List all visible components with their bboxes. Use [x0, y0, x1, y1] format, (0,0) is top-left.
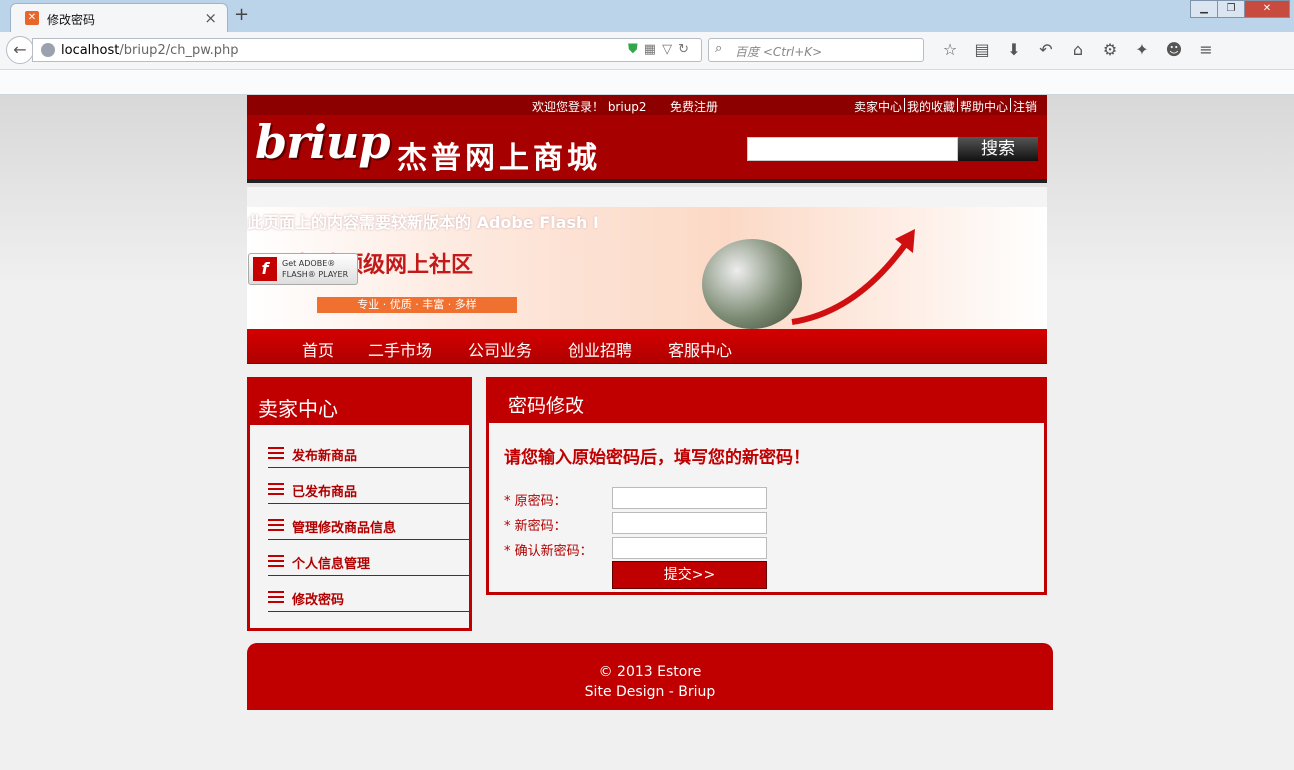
sidebar-item-label: 修改密码	[292, 593, 345, 608]
flash-logo-icon: f	[253, 257, 277, 281]
seller-center-link[interactable]: 卖家中心	[854, 98, 902, 115]
nav-secondhand[interactable]: 二手市场	[368, 337, 432, 361]
footer-copyright: © 2013 Estore	[598, 664, 702, 680]
bookmark-star-icon[interactable]: ☆	[934, 40, 966, 59]
addon-icon[interactable]: ✦	[1126, 40, 1158, 59]
reading-list-icon[interactable]: ▤	[966, 40, 998, 59]
browser-toolbar: ☆ ▤ ⬇ ↶ ⌂ ⚙ ✦ ☻ ≡	[934, 40, 1222, 59]
nav-service[interactable]: 客服中心	[668, 337, 732, 361]
sidebar-item-profile[interactable]: 个人信息管理	[268, 540, 469, 576]
confirm-password-row: * 确认新密码：	[504, 537, 1024, 559]
banner-subtitle: 专业 · 优质 · 丰富 · 多样	[317, 297, 517, 313]
reload-icon[interactable]: ↻	[678, 42, 695, 57]
nav-business[interactable]: 公司业务	[468, 337, 532, 361]
list-icon	[268, 447, 284, 459]
old-password-field[interactable]	[612, 487, 767, 509]
globe-icon	[41, 43, 55, 57]
confirm-password-label: * 确认新密码：	[504, 544, 593, 559]
submit-button[interactable]: 提交>>	[612, 561, 767, 589]
menu-icon[interactable]: ≡	[1190, 40, 1222, 59]
restore-icon[interactable]: ❐	[1217, 0, 1245, 18]
main-nav: 首页 二手市场 公司业务 创业招聘 客服中心	[247, 329, 1047, 364]
search-icon: ⌕	[715, 41, 723, 56]
site-logo-chinese: 杰普网上商城	[397, 141, 601, 176]
url-text: localhost/briup2/ch_pw.php	[61, 43, 239, 58]
sidebar-item-publish[interactable]: 发布新商品	[268, 432, 469, 468]
logout-link[interactable]: 注销	[1013, 98, 1037, 115]
sidebar-item-label: 个人信息管理	[292, 557, 371, 572]
list-icon	[268, 519, 284, 531]
header-links: 卖家中心 我的收藏 帮助中心 注销	[854, 98, 1037, 115]
nav-jobs[interactable]: 创业招聘	[568, 337, 632, 361]
gear-icon[interactable]: ⚙	[1094, 40, 1126, 59]
old-password-label: * 原密码：	[504, 494, 567, 509]
home-icon[interactable]: ⌂	[1062, 40, 1094, 59]
sidebar-item-change-password[interactable]: 修改密码	[268, 576, 469, 612]
sidebar-item-published[interactable]: 已发布商品	[268, 468, 469, 504]
get-flash-player-button[interactable]: f Get ADOBE® FLASH® PLAYER	[248, 253, 358, 285]
confirm-password-field[interactable]	[612, 537, 767, 559]
tab-close-icon[interactable]: ×	[204, 9, 217, 27]
new-tab-icon[interactable]: +	[234, 4, 249, 25]
browser-tab-bar: ✕ 修改密码 × + ▁ ❐ ✕	[0, 0, 1294, 32]
flash-notice: 此页面上的内容需要较新版本的 Adobe Flash Player。	[247, 213, 597, 232]
site-logo[interactable]: briup	[255, 115, 390, 169]
panel-title: 密码修改	[489, 380, 1044, 423]
url-action-icons: ⛊▦▽↻	[628, 42, 695, 57]
growth-arrow-icon	[791, 229, 915, 325]
sidebar-item-label: 管理修改商品信息	[292, 521, 397, 536]
tab-title: 修改密码	[47, 13, 96, 27]
browser-tab[interactable]: ✕ 修改密码 ×	[10, 3, 228, 32]
list-icon	[268, 483, 284, 495]
flash-get-text: Get ADOBE®	[282, 259, 336, 268]
chat-icon[interactable]: ☻	[1158, 40, 1190, 59]
help-center-link[interactable]: 帮助中心	[960, 98, 1008, 115]
sidebar-title: 卖家中心	[250, 380, 469, 425]
panel-instruction: 请您输入原始密码后，填写您的新密码！	[504, 448, 810, 468]
undo-icon[interactable]: ↶	[1030, 40, 1062, 59]
browser-search-bar[interactable]: ⌕ 百度 <Ctrl+K>	[708, 38, 924, 62]
site-search-input[interactable]	[747, 137, 958, 161]
browser-nav-bar: ← localhost/briup2/ch_pw.php ⛊▦▽↻ ⌕ 百度 <…	[0, 32, 1294, 70]
flash-player-text: FLASH® PLAYER	[282, 270, 349, 279]
qr-code-icon[interactable]: ▦	[644, 42, 662, 57]
back-arrow-icon[interactable]: ←	[6, 36, 34, 64]
sidebar: 卖家中心 发布新商品 已发布商品 管理修改商品信息 个人信息管理 修改密码	[247, 377, 472, 631]
shield-icon[interactable]: ⛊	[628, 42, 644, 57]
welcome-text: 欢迎您登录！ briup2	[532, 100, 647, 114]
new-password-label: * 新密码：	[504, 519, 567, 534]
minimize-icon[interactable]: ▁	[1190, 0, 1218, 18]
new-password-row: * 新密码：	[504, 512, 1024, 534]
window-controls: ▁ ❐ ✕	[1190, 0, 1290, 18]
footer-design: Site Design - Briup	[584, 684, 716, 700]
search-placeholder: 百度 <Ctrl+K>	[735, 45, 823, 59]
register-link[interactable]: 免费注册	[670, 98, 718, 115]
dropdown-icon[interactable]: ▽	[662, 42, 678, 57]
list-icon	[268, 591, 284, 603]
list-icon	[268, 555, 284, 567]
url-bar[interactable]: localhost/briup2/ch_pw.php ⛊▦▽↻	[32, 38, 702, 62]
site-footer: © 2013 Estore Site Design - Briup	[247, 643, 1053, 710]
flash-banner: 此页面上的内容需要较新版本的 Adobe Flash Player。 打造顶级网…	[247, 187, 1047, 329]
sidebar-item-label: 发布新商品	[292, 449, 358, 464]
sidebar-item-label: 已发布商品	[292, 485, 358, 500]
old-password-row: * 原密码：	[504, 487, 1024, 509]
site-header: 欢迎您登录！ briup2 免费注册 卖家中心 我的收藏 帮助中心 注销 bri…	[247, 95, 1047, 183]
new-password-field[interactable]	[612, 512, 767, 534]
nav-home[interactable]: 首页	[302, 337, 334, 361]
bookmarks-strip	[0, 70, 1294, 95]
sidebar-item-manage-goods[interactable]: 管理修改商品信息	[268, 504, 469, 540]
xampp-favicon-icon: ✕	[25, 11, 39, 25]
download-icon[interactable]: ⬇	[998, 40, 1030, 59]
favorites-link[interactable]: 我的收藏	[907, 98, 955, 115]
site-search-button[interactable]: 搜索	[958, 137, 1038, 161]
window-close-icon[interactable]: ✕	[1244, 0, 1290, 18]
password-panel: 密码修改 请您输入原始密码后，填写您的新密码！ * 原密码： * 新密码： * …	[486, 377, 1047, 595]
